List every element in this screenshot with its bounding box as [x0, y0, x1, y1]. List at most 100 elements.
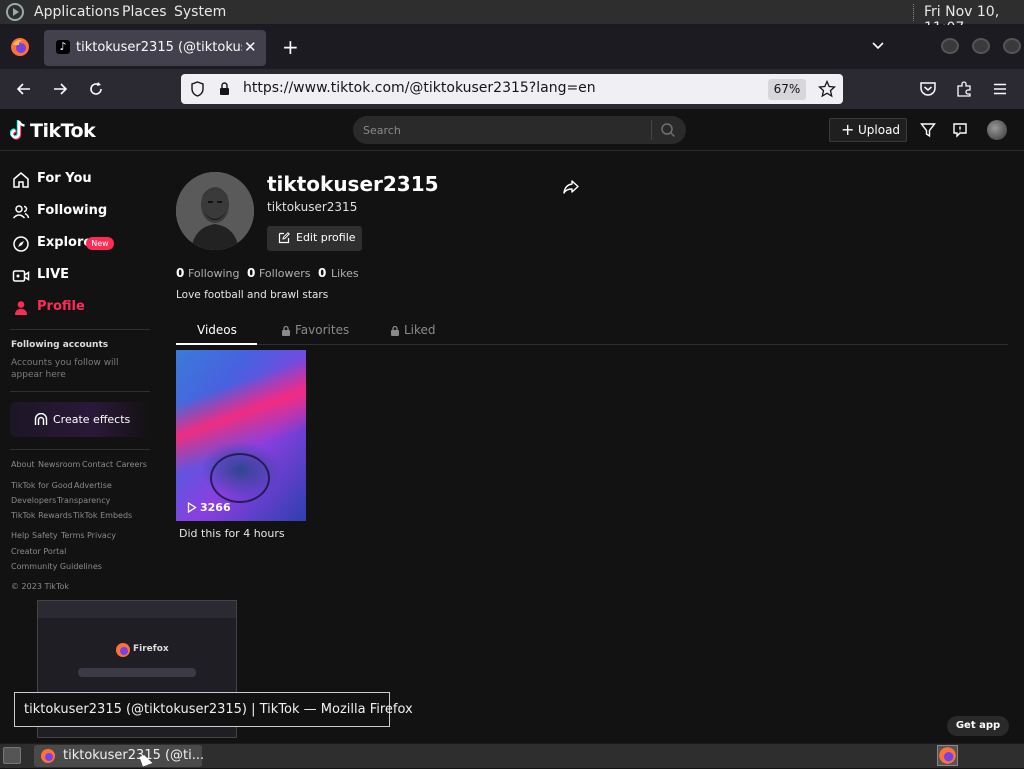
taskbar-window-label: tiktokuser2315 (@ti... [63, 748, 205, 763]
footer-link-newsroom[interactable]: Newsroom [38, 460, 80, 469]
url-text[interactable]: https://www.tiktok.com/@tiktokuser2315?l… [243, 80, 596, 96]
share-icon[interactable] [562, 179, 580, 195]
avatar[interactable] [987, 120, 1007, 140]
profile-avatar[interactable] [176, 172, 254, 250]
tab-title[interactable]: tiktokuser2315 (@tiktokuser2315) | TikTo… [76, 40, 242, 56]
tab-liked[interactable]: Liked [404, 323, 436, 337]
search-divider [651, 120, 652, 140]
copyright: © 2023 TikTok [11, 582, 69, 591]
following-accounts-title: Following accounts [11, 340, 109, 350]
bookmark-star-icon[interactable] [818, 80, 836, 98]
places-menu[interactable]: Places [122, 4, 167, 20]
footer-link-tiktok-embeds[interactable]: TikTok Embeds [73, 511, 132, 520]
footer-link-community-guidelines[interactable]: Community Guidelines [11, 562, 102, 571]
system-menu[interactable]: System [174, 4, 226, 20]
edit-profile-label: Edit profile [296, 231, 356, 244]
firefox-icon [41, 749, 55, 763]
close-window-button[interactable] [1003, 38, 1021, 54]
sidebar-item-profile[interactable]: Profile [12, 296, 152, 320]
firefox-icon [116, 643, 130, 657]
lock-icon [391, 325, 399, 336]
sidebar-item-label: Following [37, 203, 108, 218]
create-effects-label: Create effects [53, 413, 131, 426]
plus-icon: + [841, 120, 855, 139]
footer-link-help[interactable]: Help [11, 531, 29, 540]
following-accounts-desc: Accounts you follow will appear here [11, 358, 119, 380]
video-view-count: 3266 [200, 501, 231, 514]
maximize-window-button[interactable] [972, 38, 990, 54]
profile-photo [176, 172, 254, 250]
forward-arrow-icon[interactable] [51, 80, 69, 98]
followers-label[interactable]: Followers [259, 267, 311, 280]
new-badge: New [86, 237, 114, 250]
footer-link-creator-portal[interactable]: Creator Portal [11, 547, 66, 556]
effects-arch-icon [34, 413, 48, 425]
firefox-icon [939, 747, 956, 764]
footer-link-contact[interactable]: Contact [82, 460, 113, 469]
search-icon[interactable] [660, 122, 676, 138]
window-preview-toolbar [38, 601, 236, 618]
shield-icon[interactable] [190, 81, 205, 97]
search-input[interactable] [363, 118, 643, 142]
get-app-button[interactable]: Get app [947, 716, 1009, 736]
minimize-window-button[interactable] [941, 38, 959, 54]
sidebar-item-label: LIVE [37, 267, 70, 282]
tabs-divider [176, 344, 1008, 345]
home-icon [13, 172, 29, 188]
new-tab-button[interactable]: + [282, 35, 299, 59]
pocket-icon[interactable] [919, 80, 937, 98]
footer-link-about[interactable]: About [11, 460, 35, 469]
sidebar-item-label: Profile [37, 299, 85, 314]
play-icon [187, 502, 197, 513]
footer-link-safety[interactable]: Safety [32, 531, 58, 540]
sidebar-item-for-you[interactable]: For You [12, 168, 152, 192]
footer-link-privacy[interactable]: Privacy [87, 531, 116, 540]
video-caption[interactable]: Did this for 4 hours [179, 527, 285, 540]
lock-icon [282, 325, 290, 336]
footer-link-careers[interactable]: Careers [116, 460, 147, 469]
extensions-puzzle-icon[interactable] [955, 80, 973, 98]
footer-link-tiktok-for-good[interactable]: TikTok for Good [11, 481, 73, 490]
inbox-message-icon[interactable] [952, 122, 968, 138]
following-label[interactable]: Following [188, 267, 240, 280]
sidebar-item-explore[interactable]: Explore [12, 232, 152, 256]
video-thumbnail-graphic [210, 453, 270, 503]
compass-icon [13, 236, 29, 252]
sidebar-item-label: Explore [37, 235, 93, 250]
users-icon [12, 205, 30, 219]
sidebar-divider [10, 329, 150, 330]
sidebar-divider [10, 449, 150, 450]
sidebar-item-label: For You [37, 171, 92, 186]
footer-link-developers[interactable]: Developers [11, 496, 56, 505]
sidebar-item-live[interactable]: LIVE [12, 264, 152, 288]
firefox-icon[interactable] [10, 37, 30, 57]
profile-username: tiktokuser2315 [267, 172, 439, 196]
close-tab-icon[interactable]: ✕ [244, 38, 257, 56]
tiktok-logo-icon[interactable] [10, 119, 28, 141]
followers-count: 0 [247, 266, 256, 280]
reload-icon[interactable] [87, 80, 105, 98]
zoom-level-badge[interactable]: 67% [768, 79, 806, 100]
footer-link-terms[interactable]: Terms [61, 531, 85, 540]
gnome-foot-icon[interactable] [6, 3, 24, 21]
tiktok-logo[interactable]: TikTok [30, 120, 96, 142]
tab-videos-label[interactable]: Videos [197, 323, 237, 337]
following-count: 0 [176, 266, 185, 280]
send-filter-icon[interactable] [920, 122, 936, 138]
chevron-down-icon[interactable] [870, 38, 886, 54]
show-desktop-icon[interactable] [3, 747, 21, 764]
sidebar-item-following[interactable]: Following [12, 200, 152, 224]
likes-count: 0 [318, 266, 327, 280]
applications-menu[interactable]: Applications [34, 4, 120, 20]
footer-link-tiktok-rewards[interactable]: TikTok Rewards [11, 511, 72, 520]
footer-link-transparency[interactable]: Transparency [57, 496, 110, 505]
tray-firefox-icon[interactable] [937, 745, 958, 766]
footer-link-advertise[interactable]: Advertise [74, 481, 112, 490]
lock-icon[interactable] [218, 81, 231, 97]
panel-separator [913, 4, 915, 21]
window-preview-searchbar [78, 668, 196, 677]
back-arrow-icon[interactable] [15, 80, 33, 98]
window-preview-label: Firefox [133, 644, 169, 654]
tab-favorites[interactable]: Favorites [295, 323, 349, 337]
hamburger-menu-icon[interactable] [991, 80, 1009, 98]
